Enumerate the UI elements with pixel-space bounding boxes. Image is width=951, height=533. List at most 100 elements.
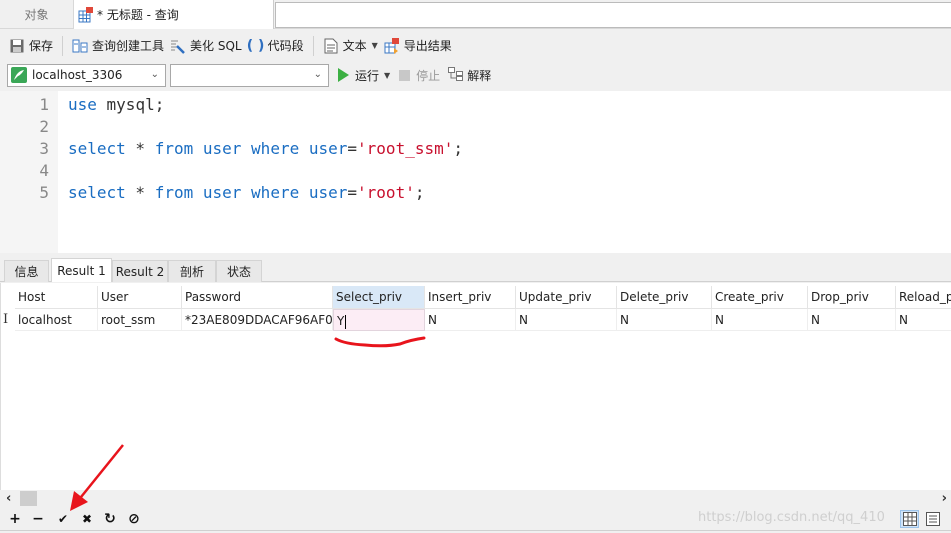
tab-status[interactable]: 状态 [216, 260, 262, 282]
tab-objects[interactable]: 对象 [0, 0, 74, 29]
watermark: https://blog.csdn.net/qq_410 [698, 510, 885, 525]
column-header-update-priv[interactable]: Update_priv [516, 286, 617, 309]
code-text: select * from user where user='root'; [68, 182, 424, 204]
sql-token: ; [453, 139, 463, 158]
play-icon [338, 68, 349, 82]
code-line[interactable]: 1 use mysql; [0, 94, 951, 116]
scrollbar-thumb[interactable] [20, 491, 37, 506]
tab-profile-label: 剖析 [179, 265, 204, 279]
sql-keyword: user [202, 139, 242, 158]
column-header-host[interactable]: Host [15, 286, 98, 309]
query-builder-button[interactable]: 查询创建工具 [69, 34, 167, 58]
connection-bar: localhost_3306 ⌄ ⌄ 运行 ▼ 停止 解释 [0, 62, 951, 88]
tab-strip-empty [275, 2, 951, 28]
tab-result-1-label: Result 1 [57, 263, 106, 278]
sql-token: ; [414, 183, 425, 202]
delete-record-button[interactable]: − [29, 510, 47, 528]
scroll-right-icon[interactable]: › [942, 490, 947, 507]
code-snippet-icon: ( ) [246, 37, 265, 54]
query-table-icon [78, 6, 94, 23]
beautify-sql-button[interactable]: 美化 SQL [167, 34, 245, 58]
explain-button[interactable]: 解释 [448, 66, 492, 84]
refresh-button[interactable]: ↻ [101, 510, 119, 528]
sql-editor[interactable]: 1 use mysql; 2 3 select * from user where us… [0, 91, 951, 253]
result-grid[interactable]: Host User Password Select_priv Insert_priv Up… [0, 283, 951, 490]
cell-editor-input[interactable]: Y [333, 309, 425, 331]
line-number: 4 [39, 161, 49, 180]
stop-button[interactable]: 停止 [399, 67, 440, 84]
document-icon [323, 38, 339, 54]
text-button[interactable]: 文本 ▼ [320, 34, 381, 58]
toolbar-divider [62, 35, 64, 56]
sql-keyword: use [68, 95, 97, 114]
cell-value: localhost [18, 313, 72, 327]
plus-icon: + [9, 511, 21, 527]
table-cell[interactable]: localhost [15, 309, 98, 331]
table-cell[interactable]: root_ssm [98, 309, 182, 331]
table-cell[interactable]: N [896, 309, 951, 331]
table-cell[interactable]: N [617, 309, 712, 331]
add-record-button[interactable]: + [6, 510, 24, 528]
column-header-reload-p[interactable]: Reload_p [896, 286, 951, 309]
code-line[interactable]: 2 [0, 116, 951, 138]
column-header-delete-priv[interactable]: Delete_priv [617, 286, 712, 309]
column-header-create-priv[interactable]: Create_priv [712, 286, 808, 309]
tab-result-2[interactable]: Result 2 [112, 260, 168, 282]
sql-keyword: where [251, 183, 300, 202]
apply-changes-button[interactable]: ✔ [54, 510, 72, 528]
tab-profile[interactable]: 剖析 [168, 260, 216, 282]
form-view-button[interactable] [923, 510, 942, 528]
chevron-down-icon: ⌄ [150, 68, 159, 80]
code-text: use mysql; [68, 94, 164, 116]
sql-token: = [347, 139, 358, 158]
tab-info[interactable]: 信息 [4, 260, 49, 282]
stop-label: 停止 [416, 68, 441, 83]
discard-changes-button[interactable]: ✖ [78, 510, 96, 528]
run-label: 运行 [355, 68, 380, 83]
column-header-select-priv[interactable]: Select_priv [333, 286, 425, 309]
table-cell[interactable]: *23AE809DDACAF96AF0FI [182, 309, 333, 331]
code-text: select * from user where user='root_ssm'… [68, 138, 463, 160]
sql-token: mysql; [96, 95, 165, 114]
column-header-user[interactable]: User [98, 286, 182, 309]
scroll-left-icon[interactable]: ‹ [6, 490, 11, 507]
save-button[interactable]: 保存 [6, 34, 56, 58]
run-button[interactable]: 运行 ▼ [338, 67, 390, 84]
query-builder-label: 查询创建工具 [92, 39, 165, 53]
text-label: 文本 [342, 39, 367, 53]
connection-select[interactable]: localhost_3306 ⌄ [7, 63, 166, 87]
code-line[interactable]: 3 select * from user where user='root_ssm… [0, 138, 951, 160]
stop-loading-button[interactable]: ⊘ [125, 510, 143, 528]
caret-down-icon: ▼ [384, 70, 391, 80]
code-snippet-button[interactable]: ( ) 代码段 [245, 34, 307, 58]
result-tabs: 信息 Result 1 Result 2 剖析 状态 [0, 258, 951, 282]
code-line[interactable]: 4 [0, 160, 951, 182]
line-number: 5 [39, 183, 49, 202]
export-results-button[interactable]: 导出结果 [381, 34, 455, 58]
column-header-insert-priv[interactable]: Insert_priv [425, 286, 516, 309]
tab-query[interactable]: * 无标题 - 查询 [74, 0, 274, 29]
column-header-password[interactable]: Password [182, 286, 333, 309]
table-cell[interactable]: N [712, 309, 808, 331]
column-header-drop-priv[interactable]: Drop_priv [808, 286, 896, 309]
explain-label: 解释 [467, 68, 492, 83]
table-cell[interactable]: N [425, 309, 516, 331]
table-cell[interactable]: N [808, 309, 896, 331]
code-line[interactable]: 5 select * from user where user='root'; [0, 182, 951, 204]
query-builder-icon [72, 38, 88, 54]
database-select[interactable]: ⌄ [170, 63, 329, 87]
grid-view-button[interactable] [900, 510, 919, 528]
caret-down-icon: ▼ [371, 41, 378, 50]
explain-icon [448, 66, 464, 84]
table-cell[interactable]: N [516, 309, 617, 331]
tab-result-1[interactable]: Result 1 [51, 258, 112, 282]
refresh-icon: ↻ [104, 511, 116, 527]
line-number: 1 [39, 95, 49, 114]
table-row[interactable]: I localhost root_ssm *23AE809DDACAF96AF0FI… [1, 309, 951, 331]
cell-value: N [620, 313, 629, 327]
export-icon [384, 37, 400, 54]
horizontal-scrollbar[interactable]: ‹ › [0, 490, 951, 507]
